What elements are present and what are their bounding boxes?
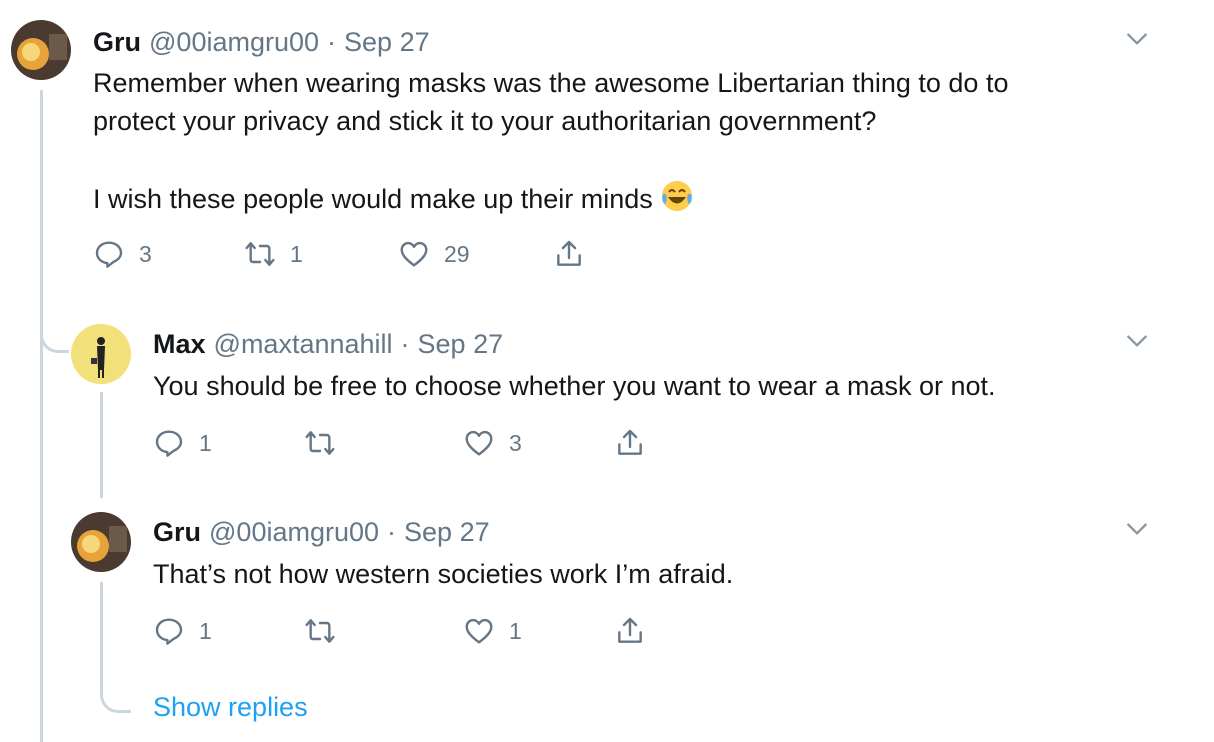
like-button[interactable]: 1 (463, 615, 522, 647)
tweet-header: Max @maxtannahill · Sep 27 (153, 327, 503, 366)
retweet-button[interactable] (304, 615, 350, 647)
like-count: 1 (509, 617, 522, 644)
user-handle[interactable]: @maxtannahill (214, 329, 393, 359)
share-button[interactable] (553, 238, 585, 270)
display-name[interactable]: Gru (153, 517, 201, 547)
laughing-emoji-icon (661, 181, 692, 211)
like-button[interactable]: 29 (398, 238, 470, 270)
reply-button[interactable]: 1 (153, 615, 212, 647)
heart-icon (465, 618, 493, 644)
chevron-down-icon[interactable] (1124, 516, 1150, 547)
tweet-date[interactable]: Sep 27 (418, 329, 504, 359)
share-icon (618, 617, 642, 643)
reply-button[interactable]: 3 (93, 238, 152, 270)
share-icon (557, 240, 581, 266)
like-count: 29 (444, 240, 470, 267)
tweet-text-line: Remember when wearing masks was the awes… (93, 68, 1009, 98)
reply-count: 1 (199, 617, 212, 644)
user-handle[interactable]: @00iamgru00 (209, 517, 379, 547)
thread-line-sub (100, 392, 103, 498)
like-button[interactable]: 3 (463, 427, 522, 459)
separator: · (400, 329, 410, 359)
separator: · (387, 517, 397, 547)
reply-icon (155, 430, 183, 457)
avatar[interactable] (71, 324, 131, 384)
retweet-count: 1 (290, 240, 303, 267)
heart-icon (465, 430, 493, 456)
show-replies-link[interactable]: Show replies (153, 692, 308, 723)
like-count: 3 (509, 429, 522, 456)
tweet-header: Gru @00iamgru00 · Sep 27 (93, 25, 430, 64)
display-name[interactable]: Gru (93, 27, 141, 57)
display-name[interactable]: Max (153, 329, 206, 359)
share-icon (618, 429, 642, 455)
avatar[interactable] (71, 512, 131, 572)
retweet-button[interactable] (304, 427, 350, 459)
thread-curve-2 (100, 670, 131, 713)
retweet-button[interactable]: 1 (244, 238, 303, 270)
reply-count: 1 (199, 429, 212, 456)
tweet-header: Gru @00iamgru00 · Sep 27 (153, 515, 490, 554)
tweet-date[interactable]: Sep 27 (404, 517, 490, 547)
reply-count: 3 (139, 240, 152, 267)
retweet-icon (245, 242, 275, 266)
thread-line-main (40, 90, 43, 742)
separator: · (327, 27, 337, 57)
tweet-text-line-3: I wish these people would make up their … (93, 184, 653, 214)
tweet-text: You should be free to choose whether you… (153, 371, 996, 401)
reply-button[interactable]: 1 (153, 427, 212, 459)
thread-line-sub-2 (100, 582, 103, 682)
share-button[interactable] (614, 615, 646, 647)
chevron-down-icon[interactable] (1124, 26, 1150, 57)
reply-icon (155, 618, 183, 645)
tweet-date[interactable]: Sep 27 (344, 27, 430, 57)
heart-icon (400, 241, 428, 267)
tweet-text: Remember when wearing masks was the awes… (93, 64, 1008, 140)
avatar[interactable] (11, 20, 71, 80)
share-button[interactable] (614, 427, 646, 459)
retweet-icon (305, 431, 335, 455)
tweet-text: That’s not how western societies work I’… (153, 559, 734, 589)
reply-icon (95, 241, 123, 268)
thread-curve-1 (40, 320, 69, 353)
tweet-text-line: protect your privacy and stick it to you… (93, 106, 877, 136)
tweet-text-line: I wish these people would make up their … (93, 178, 695, 218)
retweet-icon (305, 619, 335, 643)
chevron-down-icon[interactable] (1124, 328, 1150, 359)
user-handle[interactable]: @00iamgru00 (149, 27, 319, 57)
